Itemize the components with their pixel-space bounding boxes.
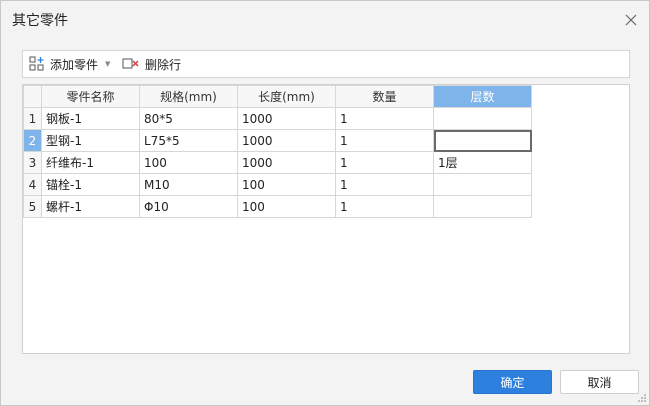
- cell-quantity[interactable]: 1: [335, 151, 434, 174]
- parts-grid: 零件名称 规格(mm) 长度(mm) 数量 层数 1 钢板-1 80*5 100…: [22, 84, 630, 354]
- cell-length[interactable]: 1000: [237, 129, 336, 152]
- table-row[interactable]: 5 螺杆-1 Φ10 100 1: [23, 195, 532, 218]
- ok-button[interactable]: 确定: [473, 370, 552, 394]
- close-icon[interactable]: [621, 10, 641, 30]
- cell-part-name[interactable]: 钢板-1: [41, 107, 140, 130]
- row-number[interactable]: 3: [23, 151, 42, 174]
- cell-quantity[interactable]: 1: [335, 173, 434, 196]
- row-number[interactable]: 1: [23, 107, 42, 130]
- cell-layers[interactable]: [433, 107, 532, 130]
- table-row[interactable]: 1 钢板-1 80*5 1000 1: [23, 107, 532, 130]
- cell-layers-selected[interactable]: [433, 129, 532, 152]
- row-number[interactable]: 4: [23, 173, 42, 196]
- corner-cell[interactable]: [23, 85, 42, 108]
- cell-quantity[interactable]: 1: [335, 129, 434, 152]
- cell-length[interactable]: 1000: [237, 151, 336, 174]
- table-row[interactable]: 2 型钢-1 L75*5 1000 1: [23, 129, 532, 152]
- cell-quantity[interactable]: 1: [335, 107, 434, 130]
- col-header-part-name[interactable]: 零件名称: [41, 85, 140, 108]
- resize-grip-icon[interactable]: [637, 392, 647, 402]
- delete-row-label: 删除行: [145, 57, 182, 72]
- cell-spec[interactable]: 100: [139, 151, 238, 174]
- col-header-length[interactable]: 长度(mm): [237, 85, 336, 108]
- cell-part-name[interactable]: 螺杆-1: [41, 195, 140, 218]
- dialog-title: 其它零件: [12, 13, 68, 29]
- other-parts-dialog: 其它零件 添加零件 ▼ 删除行 零件名称 规格(mm) 长度(mm) 数量 层数…: [0, 0, 650, 406]
- cell-layers[interactable]: 1层: [433, 151, 532, 174]
- row-number[interactable]: 2: [23, 129, 42, 152]
- cell-length[interactable]: 1000: [237, 107, 336, 130]
- cell-length[interactable]: 100: [237, 173, 336, 196]
- add-part-button[interactable]: 添加零件 ▼: [29, 51, 110, 77]
- cell-part-name[interactable]: 纤维布-1: [41, 151, 140, 174]
- col-header-layers[interactable]: 层数: [433, 85, 532, 108]
- cell-layers[interactable]: [433, 195, 532, 218]
- cell-spec[interactable]: M10: [139, 173, 238, 196]
- cell-part-name[interactable]: 锚栓-1: [41, 173, 140, 196]
- delete-row-icon: [122, 56, 140, 72]
- delete-row-button[interactable]: 删除行: [122, 51, 181, 77]
- parts-table: 零件名称 规格(mm) 长度(mm) 数量 层数 1 钢板-1 80*5 100…: [23, 85, 532, 218]
- cell-layers[interactable]: [433, 173, 532, 196]
- cell-spec[interactable]: Φ10: [139, 195, 238, 218]
- row-number[interactable]: 5: [23, 195, 42, 218]
- col-header-spec[interactable]: 规格(mm): [139, 85, 238, 108]
- table-row[interactable]: 3 纤维布-1 100 1000 1 1层: [23, 151, 532, 174]
- cell-length[interactable]: 100: [237, 195, 336, 218]
- toolbar: 添加零件 ▼ 删除行: [22, 50, 630, 78]
- cancel-button[interactable]: 取消: [560, 370, 639, 394]
- cell-part-name[interactable]: 型钢-1: [41, 129, 140, 152]
- caret-down-icon[interactable]: ▼: [105, 60, 110, 68]
- table-row[interactable]: 4 锚栓-1 M10 100 1: [23, 173, 532, 196]
- add-part-icon: [29, 56, 45, 72]
- cell-spec[interactable]: 80*5: [139, 107, 238, 130]
- col-header-quantity[interactable]: 数量: [335, 85, 434, 108]
- cell-quantity[interactable]: 1: [335, 195, 434, 218]
- cell-spec[interactable]: L75*5: [139, 129, 238, 152]
- add-part-label: 添加零件: [50, 57, 99, 72]
- table-header-row: 零件名称 规格(mm) 长度(mm) 数量 层数: [23, 85, 532, 108]
